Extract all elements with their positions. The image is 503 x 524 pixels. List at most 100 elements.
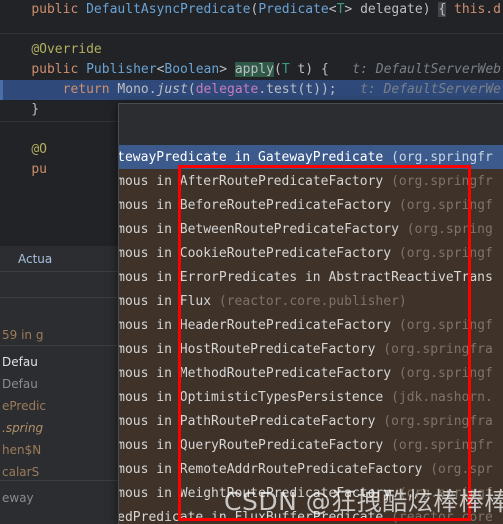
completion-item[interactable]: Anonymous in CookieRoutePredicateFactory… [119, 241, 503, 265]
code-token: Predicate [258, 2, 329, 17]
panel-divider [0, 345, 118, 346]
list-item-label: hen$N [2, 442, 42, 457]
code-line[interactable]: return Mono.just(delegate.test(t)); t: D… [0, 80, 503, 100]
completion-item[interactable]: Anonymous in Flux (reactor.core.publishe… [119, 289, 503, 313]
completion-item-package: (org.springf [398, 365, 493, 381]
tool-window-tab[interactable]: Actua [0, 246, 118, 272]
completion-item-package: (org.springf [398, 245, 493, 261]
completion-item[interactable]: CChangedPredicate in FluxBufferPredicate… [119, 505, 503, 524]
list-item[interactable]: eway [0, 487, 118, 508]
completion-item-package: (org.springf [398, 317, 493, 333]
completion-item-label: Anonymous in Flux [119, 293, 212, 309]
completion-item[interactable]: Anonymous in AfterRoutePredicateFactory … [119, 169, 503, 193]
code-token: . [148, 82, 157, 97]
completion-item[interactable]: Anonymous in RemoteAddrRoutePredicateFac… [119, 457, 503, 481]
completion-item[interactable]: Anonymous in BeforeRoutePredicateFactory… [119, 193, 503, 217]
completion-item[interactable]: Anonymous in MethodRoutePredicateFactory… [119, 361, 503, 385]
completion-item-package: (reactor.core [391, 509, 493, 524]
completion-item[interactable]: Anonymous in BetweenRoutePredicateFactor… [119, 217, 503, 241]
code-token: Publisher [86, 62, 157, 77]
code-token: just [156, 82, 188, 97]
completion-item[interactable]: Anonymous in HostRoutePredicateFactory (… [119, 337, 503, 361]
completion-item-label: Anonymous in BeforeRoutePredicateFactory [119, 197, 392, 213]
code-token: .test(t)); [258, 82, 337, 97]
completion-item-package: (org.spring [406, 221, 493, 237]
code-line[interactable]: public DefaultAsyncPredicate(Predicate<T… [0, 0, 503, 20]
completion-popup[interactable]: CAndGatewayPredicate in GatewayPredicate… [118, 103, 503, 524]
completion-item[interactable]: Anonymous in PathRoutePredicateFactory (… [119, 409, 503, 433]
code-token: t: DefaultServerWeb [328, 62, 501, 77]
list-item-label: eway [2, 490, 34, 505]
completion-item[interactable]: Anonymous in OptimisticTypesPersistence … [119, 385, 503, 409]
tool-window-subheader [0, 272, 118, 298]
completion-item-label: Anonymous in HeaderRoutePredicateFactory [119, 317, 392, 333]
code-token: delegate [195, 82, 259, 97]
completion-item-label: Anonymous in OptimisticTypesPersistence [119, 389, 384, 405]
completion-item[interactable]: Anonymous in QueryRoutePredicateFactory … [119, 433, 503, 457]
left-tool-window[interactable]: Actua 59 in g Defau Defau ePredic .spring hen… [0, 246, 118, 524]
code-line[interactable]: public Publisher<Boolean> apply(T t) { t… [0, 60, 503, 80]
code-token: pu [31, 162, 47, 177]
code-token: public [31, 2, 87, 17]
code-token: ( [187, 82, 196, 97]
code-token: T [281, 62, 290, 77]
code-line[interactable]: @Override [0, 40, 503, 60]
completion-item-label: Anonymous in QueryRoutePredicateFactory [119, 437, 384, 453]
code-token: > delegate) [344, 2, 439, 17]
completion-item-label: Anonymous in CookieRoutePredicateFactory [119, 245, 392, 261]
completion-item-label: ChangedPredicate in FluxBufferPredicate [119, 509, 384, 524]
code-token: @O [31, 142, 47, 157]
code-token: > [219, 62, 235, 77]
editor-fold-separator [0, 33, 503, 34]
completion-item[interactable]: EAnonymous in ErrorPredicates in Abstrac… [119, 265, 503, 289]
completion-popup-header [119, 104, 503, 145]
list-item[interactable]: ePredic [0, 395, 118, 416]
code-token: Mono [117, 82, 149, 97]
completion-item-package: (org.springfr [391, 173, 493, 189]
code-token: public [31, 62, 87, 77]
current-line-gutter-marker [0, 80, 3, 100]
completion-item-package: (reactor.core.publisher) [218, 293, 407, 309]
code-token: { [438, 2, 447, 17]
completion-item-label: Anonymous in MethodRoutePredicateFactory [119, 365, 392, 381]
completion-item[interactable]: Anonymous in HeaderRoutePredicateFactory… [119, 313, 503, 337]
list-item[interactable]: 59 in g [0, 324, 118, 345]
list-item[interactable]: calarS [0, 461, 118, 482]
list-item-label: ePredic [2, 398, 47, 413]
code-token: DefaultAsyncPredicate [86, 2, 251, 17]
completion-item-label: Anonymous in HostRoutePredicateFactory [119, 341, 376, 357]
completion-item-selected[interactable]: CAndGatewayPredicate in GatewayPredicate… [119, 145, 503, 169]
list-item-label: calarS [2, 464, 40, 479]
completion-item-label: AndGatewayPredicate in GatewayPredicate [119, 149, 384, 165]
tool-window-tab-label: Actua [18, 251, 53, 266]
completion-item-package: (org.springfr [391, 437, 493, 453]
code-token: t: DefaultServerWe [336, 82, 501, 97]
list-item[interactable]: hen$N [0, 439, 118, 460]
list-item-label: Defau [2, 354, 38, 369]
completion-item-package: (org.spr [430, 461, 493, 477]
completion-list[interactable]: CAndGatewayPredicate in GatewayPredicate… [119, 145, 503, 524]
code-token: apply [234, 62, 274, 77]
list-item[interactable]: .spring [0, 417, 118, 438]
completion-item-label: Anonymous in PathRoutePredicateFactory [119, 413, 376, 429]
completion-item-package: (jdk.nashorn. [391, 389, 493, 405]
completion-item-package: (org.springfr [391, 149, 493, 165]
code-token: < [328, 2, 337, 17]
list-item[interactable]: Defau [0, 351, 118, 372]
completion-item[interactable]: Anonymous in WeightRoutePredicateFactory… [119, 481, 503, 505]
list-item[interactable]: Defau [0, 373, 118, 394]
code-token: ( [273, 62, 282, 77]
